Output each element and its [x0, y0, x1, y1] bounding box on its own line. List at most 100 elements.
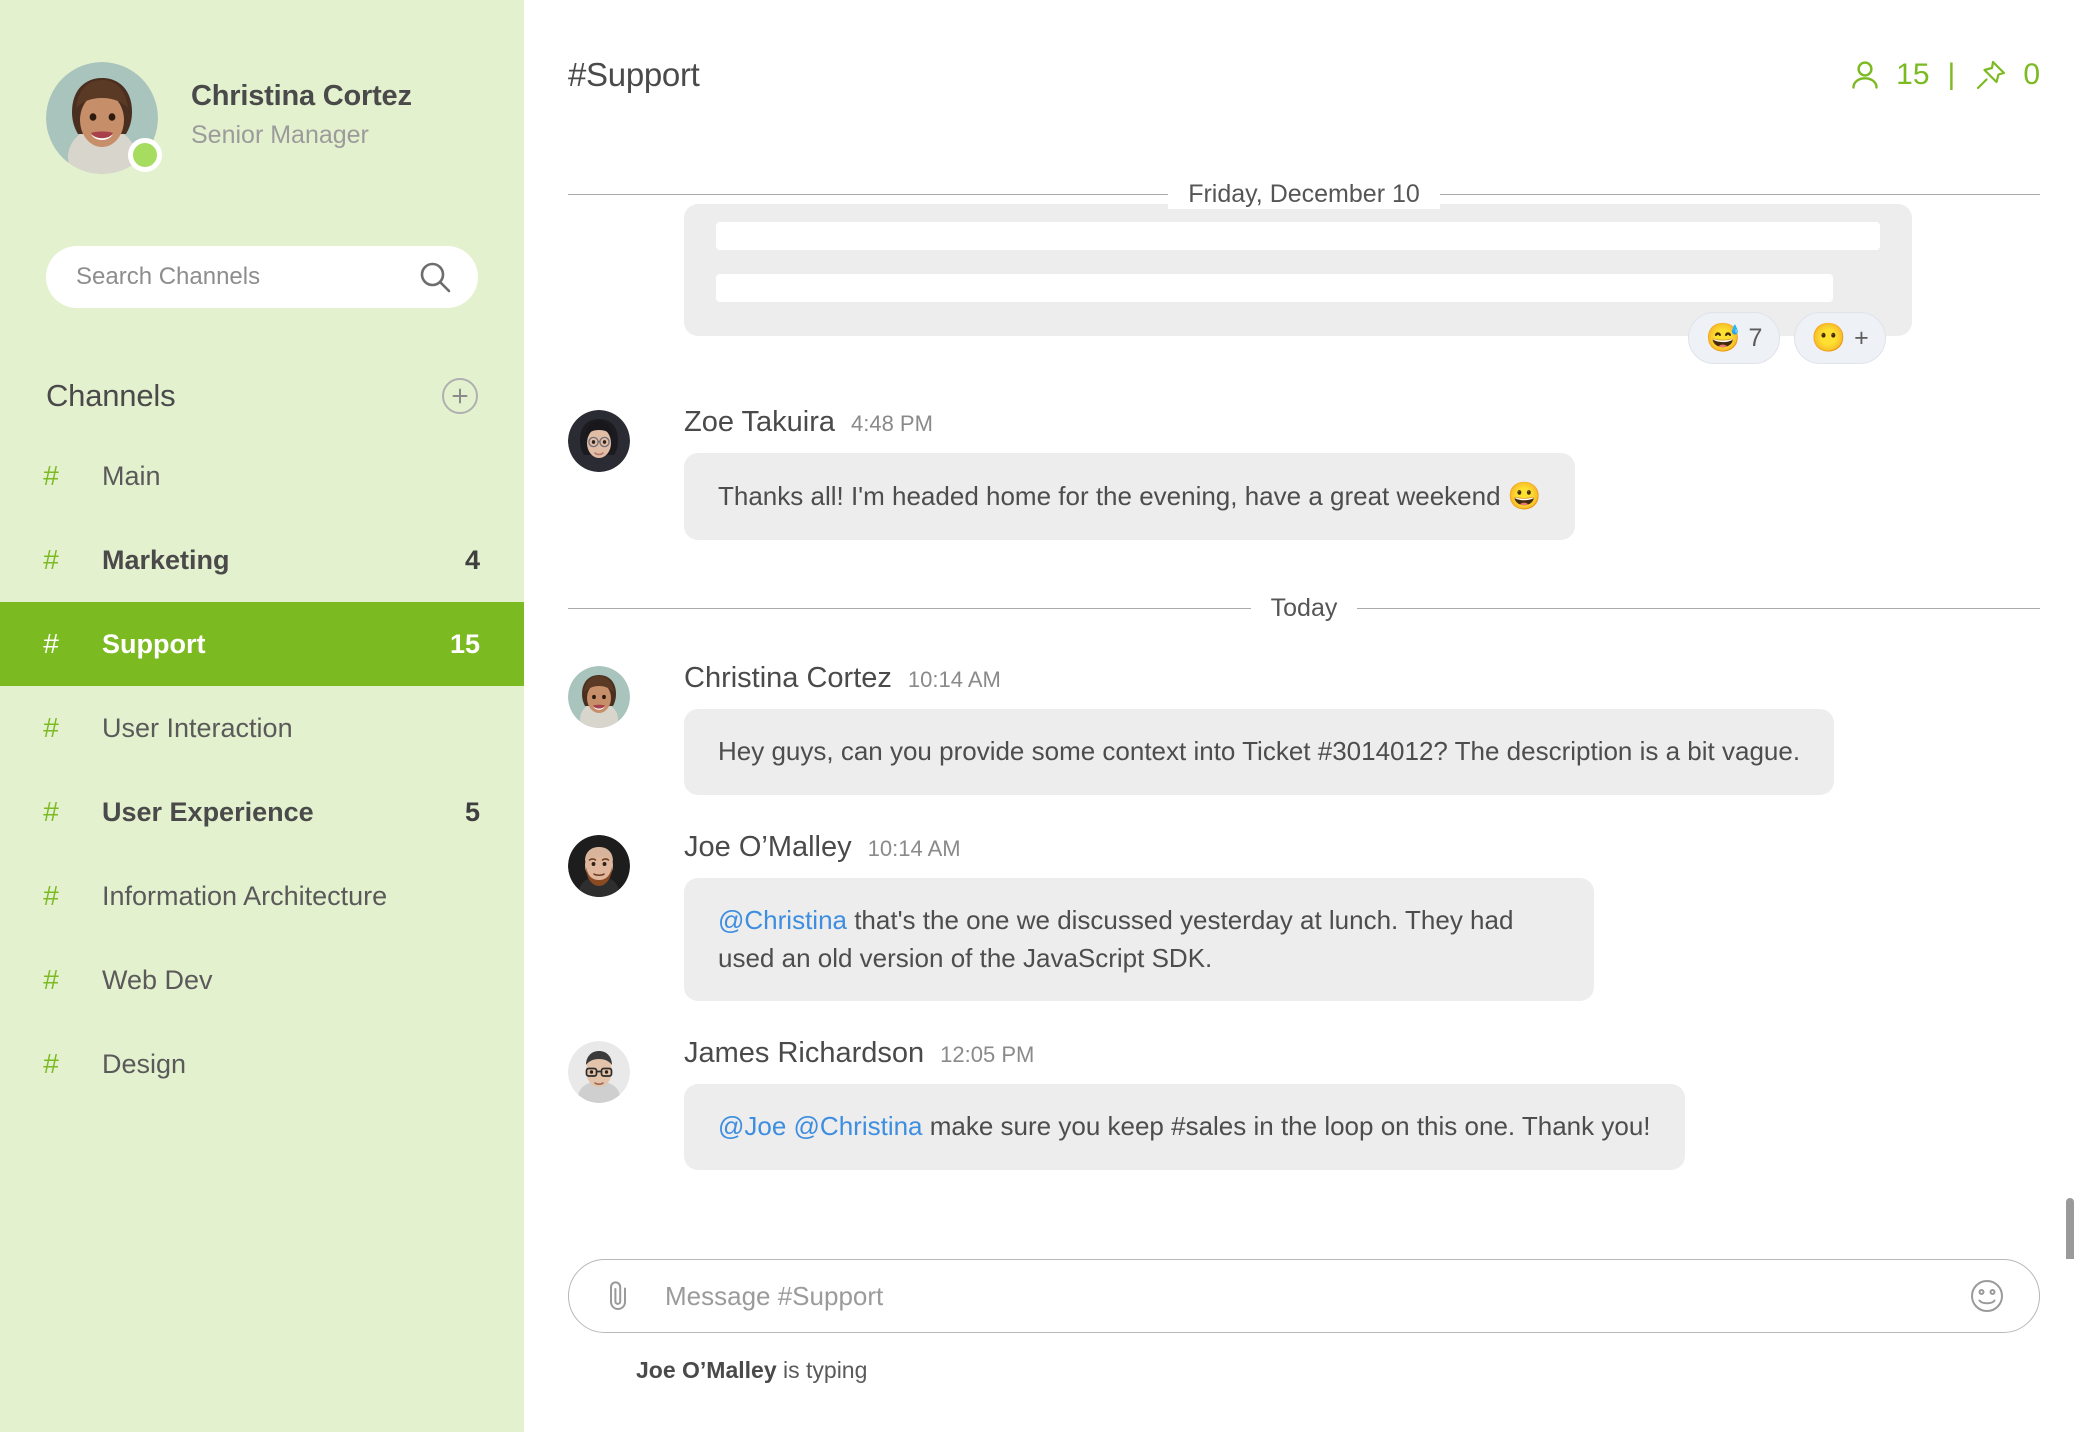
avatar [568, 1041, 630, 1103]
message-author: James Richardson [684, 1037, 924, 1070]
composer-area: Joe O’Malley is typing [524, 1259, 2096, 1384]
message-time: 10:14 AM [868, 836, 961, 862]
chat-app: Christina Cortez Senior Manager Channels [0, 0, 2096, 1432]
message-body: Joe O’Malley 10:14 AM @Christina that's … [684, 831, 2040, 1001]
reaction-pill[interactable]: 😅 7 [1688, 312, 1780, 364]
page-title: #Support [568, 56, 700, 94]
channel-label: Support [102, 629, 450, 660]
hash-icon: # [0, 460, 102, 492]
message-header: Christina Cortez 10:14 AM [684, 662, 2040, 695]
pinned-count: 0 [2023, 58, 2040, 92]
profile-text: Christina Cortez Senior Manager [191, 80, 412, 155]
channel-label: Information Architecture [102, 881, 480, 912]
user-profile[interactable]: Christina Cortez Senior Manager [0, 0, 524, 174]
avatar [568, 666, 630, 728]
message-header: Zoe Takuira 4:48 PM [684, 406, 2040, 439]
sidebar-item-user-experience[interactable]: # User Experience 5 [0, 770, 524, 854]
message-bubble: Thanks all! I'm headed home for the even… [684, 453, 1575, 540]
message-item: Christina Cortez 10:14 AM Hey guys, can … [568, 662, 2040, 795]
avatar [568, 835, 630, 897]
placeholder-line [716, 274, 1833, 302]
message-body: James Richardson 12:05 PM @Joe @Christin… [684, 1037, 2040, 1170]
search-icon [418, 260, 452, 294]
mention-link[interactable]: @Joe @Christina [718, 1111, 923, 1141]
message-item: James Richardson 12:05 PM @Joe @Christin… [568, 1037, 2040, 1170]
message-text: Thanks all! I'm headed home for the even… [718, 481, 1508, 511]
paperclip-icon[interactable] [603, 1279, 633, 1313]
hash-icon: # [0, 880, 102, 912]
chat-header: #Support 15 | 0 [524, 0, 2096, 150]
search-channels-box[interactable] [46, 246, 478, 308]
hash-icon: # [0, 712, 102, 744]
sidebar-item-design[interactable]: # Design [0, 1022, 524, 1106]
message-text: Hey guys, can you provide some context i… [718, 736, 1800, 766]
mention-link[interactable]: @Christina [718, 905, 847, 935]
header-meta: 15 | 0 [1848, 57, 2040, 93]
emoji-picker-button[interactable] [1965, 1274, 2009, 1318]
hash-icon: # [0, 796, 102, 828]
sidebar-item-web-dev[interactable]: # Web Dev [0, 938, 524, 1022]
typing-user: Joe O’Malley [636, 1357, 777, 1383]
channel-label: Marketing [102, 545, 465, 576]
add-reaction-plus: + [1854, 324, 1869, 353]
sidebar-item-main[interactable]: # Main [0, 434, 524, 518]
date-divider-today: Today [568, 590, 2040, 626]
channel-badge: 4 [465, 545, 480, 576]
avatar [568, 410, 630, 472]
sidebar-item-information-architecture[interactable]: # Information Architecture [0, 854, 524, 938]
message-header: James Richardson 12:05 PM [684, 1037, 2040, 1070]
message-body: Christina Cortez 10:14 AM Hey guys, can … [684, 662, 2040, 795]
message-time: 10:14 AM [908, 667, 1001, 693]
message-bubble: Hey guys, can you provide some context i… [684, 709, 1834, 795]
message-bubble: @Christina that's the one we discussed y… [684, 878, 1594, 1001]
message-text: make sure you keep #sales in the loop on… [923, 1111, 1651, 1141]
channel-label: User Experience [102, 797, 465, 828]
reactions: 😅 7 😶 + [1688, 312, 1886, 364]
main-panel: #Support 15 | 0 [524, 0, 2096, 1432]
message-composer[interactable] [568, 1259, 2040, 1333]
message-list: Friday, December 10 😅 7 😶 + [524, 150, 2096, 1259]
message-input[interactable] [665, 1281, 1965, 1312]
sidebar-item-support[interactable]: # Support 15 [0, 602, 524, 686]
message-time: 4:48 PM [851, 411, 933, 437]
add-reaction-button[interactable]: 😶 + [1794, 312, 1886, 364]
sidebar: Christina Cortez Senior Manager Channels [0, 0, 524, 1432]
date-divider-label: Friday, December 10 [1168, 180, 1440, 209]
channels-title: Channels [46, 378, 175, 414]
profile-role: Senior Manager [191, 121, 412, 150]
online-status-indicator [128, 138, 162, 172]
channel-list: # Main # Marketing 4 # Support 15 # User… [0, 434, 524, 1106]
channel-badge: 15 [450, 629, 480, 660]
members-icon [1848, 58, 1882, 92]
message-time: 12:05 PM [940, 1042, 1034, 1068]
members-count: 15 [1896, 58, 1929, 92]
message-author: Christina Cortez [684, 662, 892, 695]
placeholder-message: 😅 7 😶 + [568, 204, 2040, 336]
channel-label: Main [102, 461, 480, 492]
typing-suffix: is typing [777, 1357, 868, 1383]
message-item: Zoe Takuira 4:48 PM Thanks all! I'm head… [568, 406, 2040, 540]
typing-indicator: Joe O’Malley is typing [568, 1357, 2040, 1384]
sidebar-item-user-interaction[interactable]: # User Interaction [0, 686, 524, 770]
message-body: Zoe Takuira 4:48 PM Thanks all! I'm head… [684, 406, 2040, 540]
channel-badge: 5 [465, 797, 480, 828]
profile-name: Christina Cortez [191, 80, 412, 113]
message-header: Joe O’Malley 10:14 AM [684, 831, 2040, 864]
message-emoji: 😀 [1508, 481, 1542, 511]
add-channel-button[interactable] [442, 378, 478, 414]
message-item: Joe O’Malley 10:14 AM @Christina that's … [568, 831, 2040, 1001]
channel-label: Design [102, 1049, 480, 1080]
hash-icon: # [0, 1048, 102, 1080]
sidebar-item-marketing[interactable]: # Marketing 4 [0, 518, 524, 602]
hash-icon: # [0, 964, 102, 996]
avatar [46, 62, 158, 174]
meta-divider: | [1948, 58, 1956, 92]
placeholder-bubble: 😅 7 😶 + [684, 204, 1912, 336]
pin-icon [1973, 57, 2009, 93]
search-input[interactable] [76, 263, 418, 291]
message-author: Joe O’Malley [684, 831, 852, 864]
scrollbar-thumb[interactable] [2066, 1198, 2074, 1259]
channels-header: Channels [46, 378, 478, 414]
reaction-count: 7 [1748, 324, 1762, 353]
hash-icon: # [0, 628, 102, 660]
